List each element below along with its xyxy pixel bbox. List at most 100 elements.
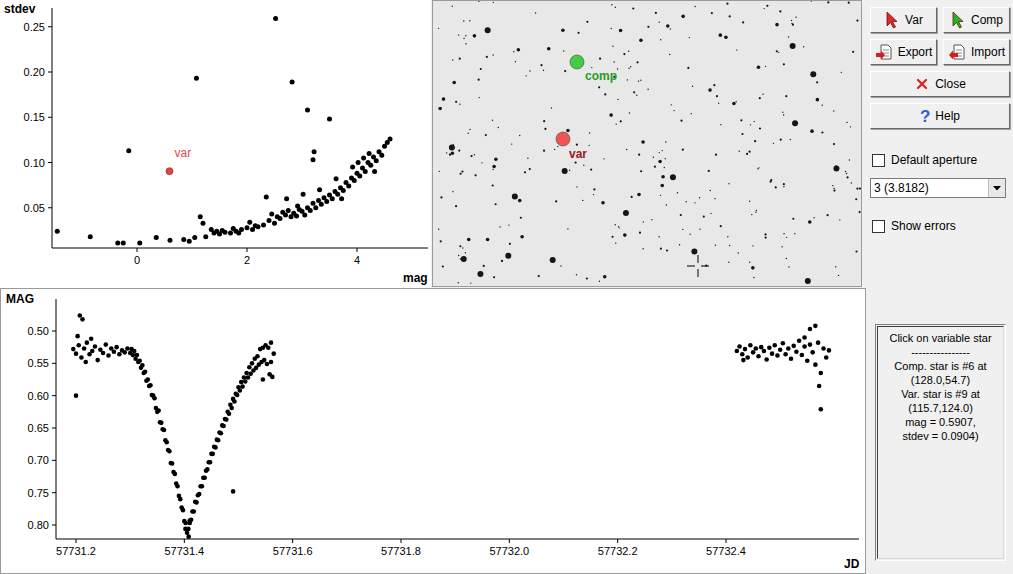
measurement-point[interactable] xyxy=(200,484,205,489)
measurement-point[interactable] xyxy=(213,445,218,450)
star-point[interactable] xyxy=(346,184,351,189)
star-point[interactable] xyxy=(374,158,379,163)
default-aperture-checkbox[interactable]: Default aperture xyxy=(870,151,1010,169)
light-curve-chart[interactable]: MAGJD0.500.550.600.650.700.750.8057731.2… xyxy=(0,288,866,574)
measurement-point[interactable] xyxy=(173,472,178,477)
measurement-point[interactable] xyxy=(797,338,802,343)
measurement-point[interactable] xyxy=(808,342,813,347)
star-point[interactable] xyxy=(198,214,203,219)
measurement-point[interactable] xyxy=(235,393,240,398)
measurement-point[interactable] xyxy=(202,476,207,481)
measurement-point[interactable] xyxy=(192,509,197,514)
export-button[interactable]: Export xyxy=(870,39,937,65)
star-point[interactable] xyxy=(305,108,310,113)
measurement-point[interactable] xyxy=(775,353,780,358)
measurement-point[interactable] xyxy=(82,346,87,351)
measurement-point[interactable] xyxy=(186,534,191,539)
measurement-point[interactable] xyxy=(244,371,249,376)
measurement-point[interactable] xyxy=(79,355,84,360)
measurement-point[interactable] xyxy=(741,358,746,363)
measurement-point[interactable] xyxy=(238,388,243,393)
measurement-point[interactable] xyxy=(262,358,267,363)
star-point[interactable] xyxy=(372,169,377,174)
measurement-point[interactable] xyxy=(219,431,224,436)
measurement-point[interactable] xyxy=(159,421,164,426)
star-point[interactable] xyxy=(311,201,316,206)
measurement-point[interactable] xyxy=(197,492,202,497)
measurement-point[interactable] xyxy=(246,375,251,380)
star-point[interactable] xyxy=(335,192,340,197)
measurement-point[interactable] xyxy=(137,358,142,363)
measurement-point[interactable] xyxy=(789,357,794,362)
star-point[interactable] xyxy=(55,229,60,234)
star-point[interactable] xyxy=(247,220,252,225)
measurement-point[interactable] xyxy=(762,349,767,354)
measurement-point[interactable] xyxy=(817,384,822,389)
measurement-point[interactable] xyxy=(164,440,169,445)
measurement-point[interactable] xyxy=(240,384,245,389)
measurement-point[interactable] xyxy=(156,408,161,413)
star-point[interactable] xyxy=(330,196,335,201)
measurement-point[interactable] xyxy=(827,348,832,353)
measurement-point[interactable] xyxy=(106,353,111,358)
measurement-point[interactable] xyxy=(816,340,821,345)
measurement-point[interactable] xyxy=(810,350,815,355)
measurement-point[interactable] xyxy=(77,313,82,318)
measurement-point[interactable] xyxy=(748,343,753,348)
measurement-point[interactable] xyxy=(770,351,775,356)
measurement-point[interactable] xyxy=(270,375,275,380)
measurement-point[interactable] xyxy=(117,352,122,357)
star-point[interactable] xyxy=(302,212,307,217)
measurement-point[interactable] xyxy=(269,340,274,345)
measurement-point[interactable] xyxy=(805,358,810,363)
measurement-point[interactable] xyxy=(735,349,740,354)
import-button[interactable]: Import xyxy=(943,39,1010,65)
checkbox-box[interactable] xyxy=(872,154,885,167)
star-point[interactable] xyxy=(187,239,192,244)
star-point[interactable] xyxy=(203,234,208,239)
star-point[interactable] xyxy=(223,230,228,235)
measurement-point[interactable] xyxy=(83,360,88,365)
star-point[interactable] xyxy=(192,235,197,240)
star-point[interactable] xyxy=(272,221,277,226)
measurement-point[interactable] xyxy=(189,518,194,523)
aperture-select[interactable]: 3 (3.8182) xyxy=(870,178,1006,198)
measurement-point[interactable] xyxy=(802,344,807,349)
star-point[interactable] xyxy=(311,157,316,162)
checkbox-box[interactable] xyxy=(872,220,885,233)
measurement-point[interactable] xyxy=(261,377,266,382)
measurement-point[interactable] xyxy=(80,317,85,322)
measurement-point[interactable] xyxy=(186,527,191,532)
variable-point[interactable] xyxy=(166,168,173,175)
star-point[interactable] xyxy=(126,148,131,153)
measurement-point[interactable] xyxy=(75,334,80,339)
star-point[interactable] xyxy=(361,155,366,160)
star-point[interactable] xyxy=(121,241,126,246)
measurement-point[interactable] xyxy=(210,452,215,457)
measurement-point[interactable] xyxy=(265,362,270,367)
star-point[interactable] xyxy=(137,241,142,246)
measurement-point[interactable] xyxy=(148,383,153,388)
star-point[interactable] xyxy=(267,218,272,223)
stdev-chart[interactable]: stdevmag0.050.100.150.200.25024var xyxy=(0,0,431,288)
star-field-image[interactable]: compvar xyxy=(432,0,862,287)
star-point[interactable] xyxy=(312,149,317,154)
star-point[interactable] xyxy=(245,225,250,230)
star-point[interactable] xyxy=(313,205,318,210)
measurement-point[interactable] xyxy=(783,352,788,357)
star-point[interactable] xyxy=(194,76,199,81)
star-point[interactable] xyxy=(201,221,206,226)
measurement-point[interactable] xyxy=(132,349,137,354)
star-point[interactable] xyxy=(168,238,173,243)
measurement-point[interactable] xyxy=(181,508,186,513)
star-point[interactable] xyxy=(341,188,346,193)
measurement-point[interactable] xyxy=(122,350,127,355)
measurement-point[interactable] xyxy=(786,346,791,351)
measurement-point[interactable] xyxy=(162,428,167,433)
measurement-point[interactable] xyxy=(232,399,237,404)
measurement-point[interactable] xyxy=(231,489,236,494)
measurement-point[interactable] xyxy=(135,353,140,358)
measurement-point[interactable] xyxy=(791,344,796,349)
star-point[interactable] xyxy=(388,136,393,141)
measurement-point[interactable] xyxy=(95,358,100,363)
